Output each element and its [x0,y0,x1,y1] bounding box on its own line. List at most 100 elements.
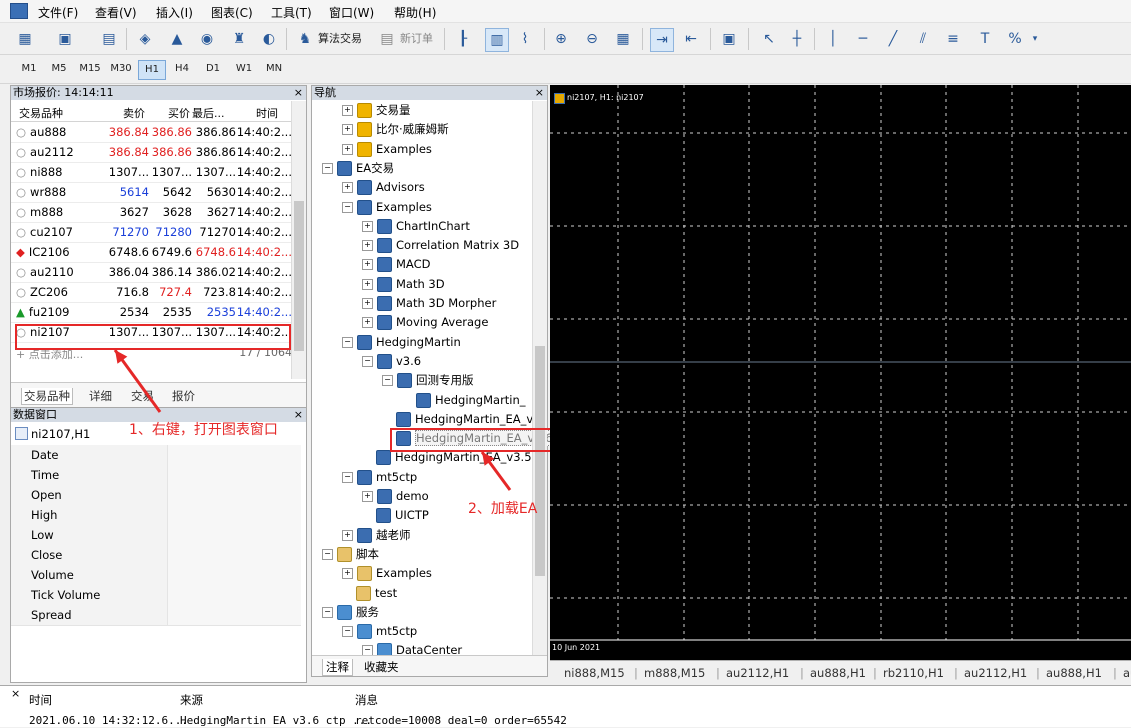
tf-m15[interactable]: M15 [77,60,103,78]
tree-item[interactable]: − mt5ctp [342,468,417,486]
crosshair-icon[interactable]: ┼ [786,28,808,50]
tab-symbols[interactable]: 交易品种 [21,388,73,405]
tree-item[interactable]: − 脚本 [322,545,379,563]
tree-item[interactable]: + 交易量 [342,101,411,119]
expand-icon[interactable]: + [342,182,353,194]
col-last[interactable]: 最后... [192,105,225,121]
templates-icon[interactable]: ▣ [718,28,740,50]
close-icon[interactable]: × [11,687,20,700]
search-person-icon[interactable]: ◐ [258,28,280,50]
strategy-icon[interactable]: ♜ [228,28,250,50]
tree-item[interactable]: − EA交易 [322,159,394,177]
expand-icon[interactable]: + [342,568,353,580]
menu-chart[interactable]: 图表(C) [211,4,253,21]
close-icon[interactable]: × [294,86,303,100]
tile-windows-icon[interactable]: ▦ [612,28,634,50]
expand-icon[interactable]: + [362,298,373,309]
collapse-icon[interactable]: − [322,162,333,174]
col-symbol[interactable]: 交易品种 [19,105,63,121]
lock-icon[interactable]: ▲ [166,28,188,50]
channel-icon[interactable]: ⫽ [912,28,934,50]
scrollbar[interactable] [291,101,306,379]
tab-details[interactable]: 详细 [89,388,112,404]
save-icon[interactable]: ▤ [98,28,120,50]
menu-file[interactable]: 文件(F) [38,4,78,21]
horizontal-line-icon[interactable]: ─ [852,28,874,50]
chart-tab[interactable]: m888,M15 [644,666,705,680]
zoom-in-icon[interactable]: ⊕ [550,28,572,50]
tree-item[interactable]: − v3.6 [362,352,421,370]
table-row[interactable]: ○ cu2107 71270 71280 71270 14:40:2... [11,222,296,243]
tab-common[interactable]: 注释 [322,659,353,676]
chart-tab[interactable]: rb2110,H1 [883,666,944,680]
table-row[interactable]: ○ m888 3627 3628 3627 14:40:2... [11,202,296,223]
col-ask[interactable]: 买价 [168,105,190,121]
chart-shift-icon[interactable]: ⇤ [680,28,702,50]
tree-item[interactable]: + Examples [342,140,432,158]
scrollbar[interactable] [532,101,547,656]
tf-m1[interactable]: M1 [16,60,42,78]
collapse-icon[interactable]: − [322,548,333,560]
tree-item[interactable]: HedgingMartin_ [402,391,526,409]
expand-icon[interactable]: + [362,240,373,252]
vertical-line-icon[interactable]: │ [822,28,844,50]
tree-item[interactable]: HedgingMartin_EA_v [382,410,533,428]
menu-tools[interactable]: 工具(T) [271,4,312,21]
algo-trading-icon[interactable]: ♞ [294,28,316,50]
table-row[interactable]: ◆ IC2106 6748.6 6749.6 6748.6 14:40:2... [11,242,296,263]
chart-tab[interactable]: au2112,H1 [726,666,789,680]
col-time[interactable]: 时间 [29,692,52,708]
table-row[interactable]: ○ ZC206 716.8 727.4 723.8 14:40:2... [11,282,296,303]
cursor-icon[interactable]: ↖ [758,28,780,50]
collapse-icon[interactable]: − [342,626,353,638]
chart-tab[interactable]: ni888,M15 [564,666,625,680]
trendline-icon[interactable]: ╱ [882,28,904,50]
collapse-icon[interactable]: − [342,471,353,483]
expand-icon[interactable]: + [342,529,353,541]
profiles-icon[interactable]: ▣ [54,28,76,50]
col-time[interactable]: 时间 [256,105,278,121]
tab-trading[interactable]: 交易 [131,388,154,404]
chevron-down-icon[interactable]: ▾ [1028,28,1042,50]
new-order-icon[interactable]: ▤ [376,28,398,50]
tf-mn[interactable]: MN [261,60,287,78]
bar-chart-icon[interactable]: ┠ [452,28,474,50]
fibonacci-icon[interactable]: ≡ [942,28,964,50]
menu-view[interactable]: 查看(V) [95,4,137,21]
tree-item[interactable]: + ChartInChart [362,217,470,235]
expand-icon[interactable]: + [342,124,353,136]
tree-item[interactable]: + 比尔·威廉姆斯 [342,120,449,138]
expand-icon[interactable]: + [362,491,373,502]
tree-item[interactable]: − 服务 [322,603,379,621]
chart-tab[interactable]: au888,H1 [810,666,866,680]
table-row[interactable]: ○ wr888 5614 5642 5630 14:40:2... [11,182,296,203]
signal-icon[interactable]: ◉ [196,28,218,50]
tf-h4[interactable]: H4 [169,60,195,78]
new-chart-icon[interactable]: ▦ [14,28,36,50]
table-row[interactable]: ○ ni888 1307... 1307... 1307... 14:40:2... [11,162,296,183]
tree-item[interactable]: + demo [362,487,429,505]
collapse-icon[interactable]: − [342,201,353,213]
col-bid[interactable]: 卖价 [123,105,145,121]
tree-item[interactable]: + Advisors [342,178,425,196]
algo-trading-button[interactable]: 算法交易 [318,30,362,46]
tree-item[interactable]: + Correlation Matrix 3D [362,236,519,254]
chart-window[interactable]: ni2107, H1: ni2107 10 Jun 2021 [550,85,1131,660]
tree-item[interactable]: + MACD [362,255,430,273]
tf-w1[interactable]: W1 [231,60,257,78]
expand-icon[interactable]: + [342,105,353,116]
tree-item[interactable]: + Moving Average [362,313,488,331]
close-icon[interactable]: × [535,86,544,100]
tree-item[interactable]: UICTP [362,506,429,524]
tree-item[interactable]: − Examples [342,198,432,216]
tree-item[interactable]: − mt5ctp [342,622,417,640]
candle-chart-icon[interactable]: ▥ [485,28,509,52]
chart-tab[interactable]: au888,H1 [1046,666,1102,680]
table-row[interactable]: ○ au888 386.84 386.86 386.86 14:40:2... [11,122,296,143]
collapse-icon[interactable]: − [342,336,353,348]
expand-icon[interactable]: + [362,317,373,329]
table-row[interactable]: ○ au2112 386.84 386.86 386.86 14:40:2... [11,142,296,163]
menu-help[interactable]: 帮助(H) [394,4,436,21]
text-icon[interactable]: T [974,28,996,50]
zoom-out-icon[interactable]: ⊖ [581,28,603,50]
